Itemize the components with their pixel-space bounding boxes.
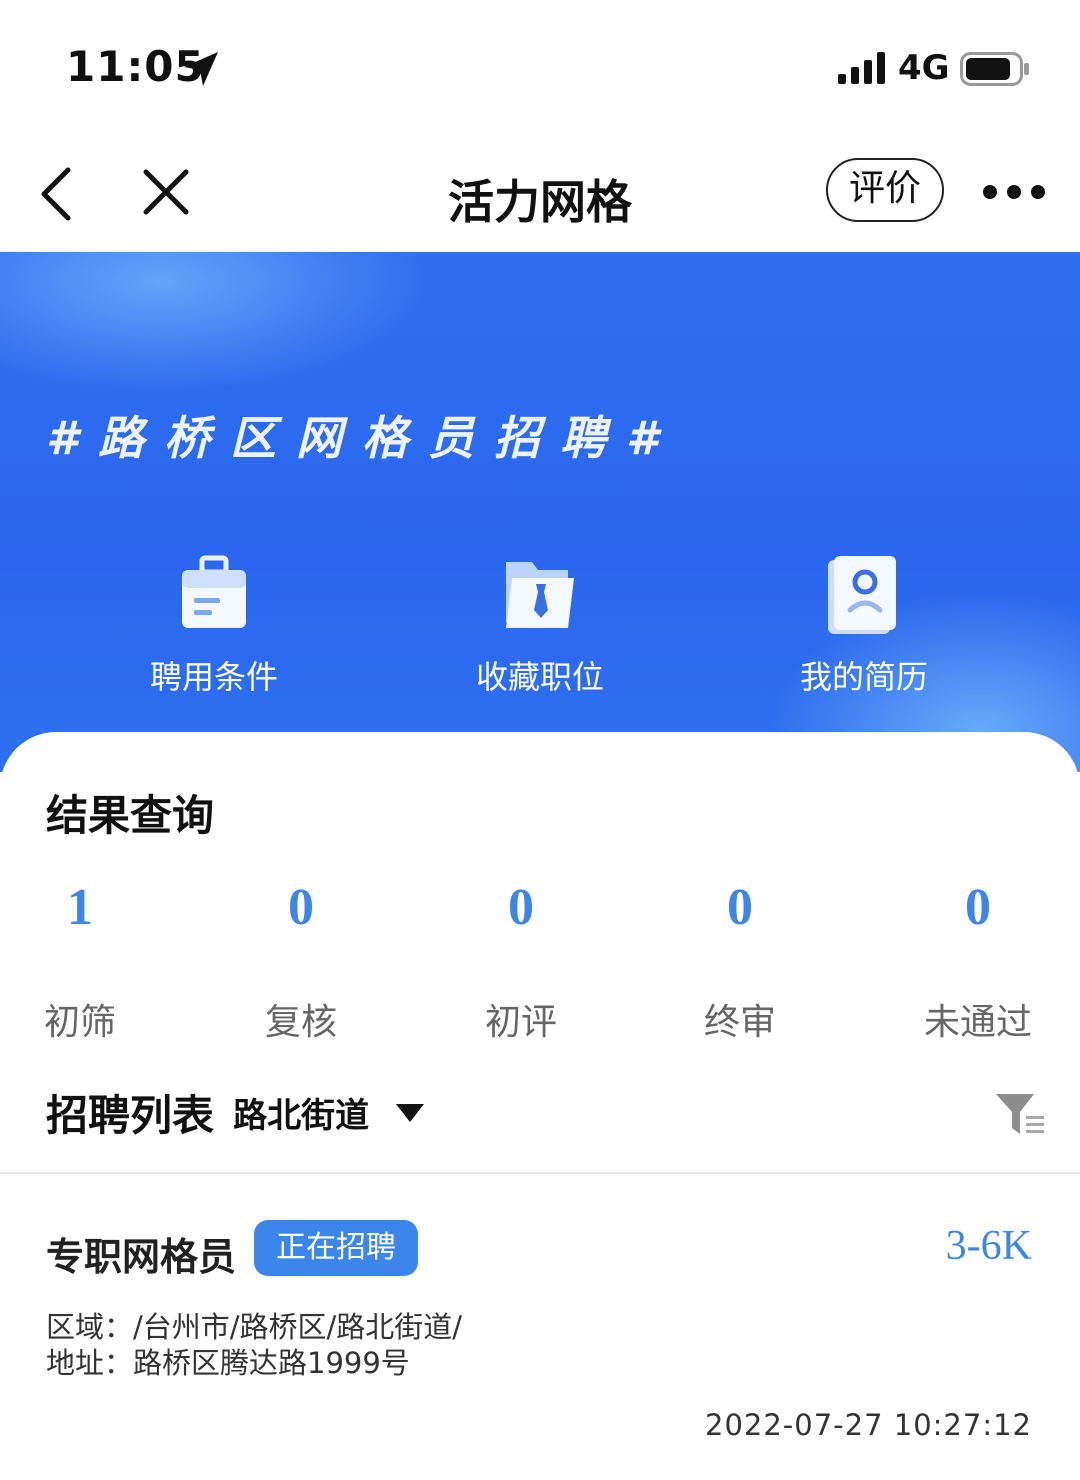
job-timestamp: 2022-07-27 10:27:12 xyxy=(705,1408,1032,1442)
more-icon[interactable] xyxy=(982,182,1046,202)
stat-initial-screening[interactable]: 1 初筛 xyxy=(0,878,160,1045)
list-title: 招聘列表 xyxy=(46,1091,215,1140)
stat-label: 未通过 xyxy=(923,1002,1032,1043)
list-header: 招聘列表 路北街道 xyxy=(46,1082,426,1142)
feature-label: 聘用条件 xyxy=(149,658,278,696)
stat-initial-evaluation[interactable]: 0 初评 xyxy=(441,878,601,1045)
stat-rejected[interactable]: 0 未通过 xyxy=(898,878,1058,1045)
results-title: 结果查询 xyxy=(46,791,215,840)
district-select[interactable]: 路北街道 xyxy=(233,1088,369,1137)
feature-hire-conditions[interactable]: 聘用条件 xyxy=(104,552,324,698)
job-salary: 3-6K xyxy=(945,1223,1032,1269)
stat-final-review[interactable]: 0 终审 xyxy=(660,878,820,1045)
job-title: 专职网格员 xyxy=(46,1235,237,1279)
recruit-banner: #路桥区网格员招聘# 聘用条件 收藏职位 我的简历 xyxy=(0,252,1080,772)
battery-icon xyxy=(960,52,1029,86)
stat-value: 0 xyxy=(965,879,991,936)
status-bar: 11:05 4G xyxy=(0,0,1080,130)
stat-value: 1 xyxy=(67,879,93,936)
content-card: 结果查询 1 初筛 0 复核 0 初评 0 终审 0 未通过 招聘列表 路北街道… xyxy=(0,732,1080,1480)
location-arrow-icon xyxy=(184,52,218,86)
feature-saved-jobs[interactable]: 收藏职位 xyxy=(430,552,650,698)
stat-label: 初评 xyxy=(484,1002,557,1043)
divider xyxy=(0,1172,1080,1174)
nav-bar: 活力网格 评价 xyxy=(0,130,1080,252)
banner-slogan: #路桥区网格员招聘# xyxy=(46,411,679,465)
stat-value: 0 xyxy=(727,879,753,936)
filter-icon[interactable] xyxy=(994,1090,1046,1138)
stat-review[interactable]: 0 复核 xyxy=(221,878,381,1045)
feature-label: 我的简历 xyxy=(799,658,928,696)
dropdown-triangle-icon[interactable] xyxy=(394,1102,426,1124)
stat-label: 终审 xyxy=(703,1002,776,1043)
resume-icon xyxy=(828,556,896,634)
briefcase-icon xyxy=(182,555,246,628)
folder-tie-icon xyxy=(506,562,574,628)
signal-icon xyxy=(838,52,885,84)
status-badge: 正在招聘 xyxy=(254,1220,418,1276)
job-address: 地址：路桥区腾达路1999号 xyxy=(46,1346,410,1380)
stat-value: 0 xyxy=(288,879,314,936)
stat-label: 复核 xyxy=(264,1002,337,1043)
network-type: 4G xyxy=(898,48,950,88)
rate-button[interactable]: 评价 xyxy=(826,158,944,222)
stat-value: 0 xyxy=(508,879,534,936)
feature-my-resume[interactable]: 我的简历 xyxy=(754,552,974,698)
feature-label: 收藏职位 xyxy=(475,658,604,696)
stat-label: 初筛 xyxy=(43,1002,116,1043)
